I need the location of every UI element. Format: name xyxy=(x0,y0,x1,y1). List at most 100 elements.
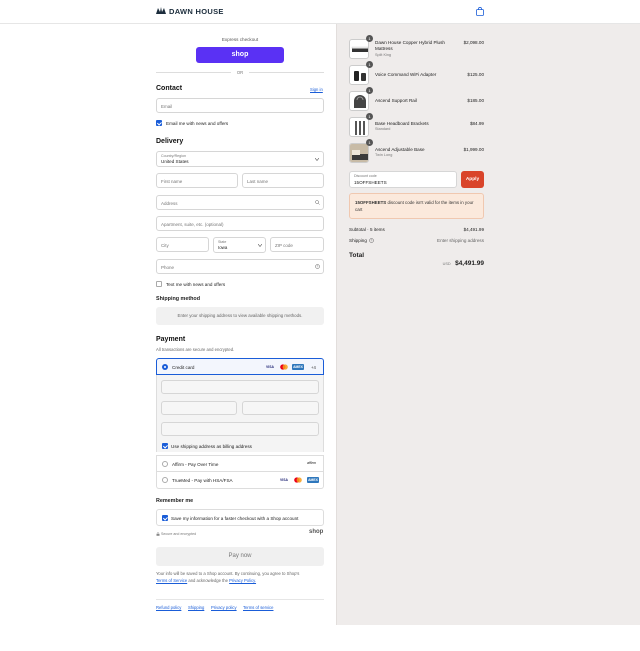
first-name-field[interactable]: First name xyxy=(156,173,238,188)
product-price: $84.99 xyxy=(469,121,484,126)
affirm-radio[interactable] xyxy=(162,461,168,467)
zip-field[interactable]: ZIP code xyxy=(270,237,324,252)
truemed-option[interactable]: TrueMed - Pay with HSA/FSA VISA AMEX xyxy=(156,472,324,489)
credit-card-option[interactable]: Credit card VISA AMEX +4 xyxy=(156,358,324,375)
mastercard-icon xyxy=(294,477,302,483)
or-divider-label: OR xyxy=(236,70,244,75)
warning-code: 15OFFSHEETS xyxy=(355,200,387,205)
info-icon[interactable]: ? xyxy=(369,238,374,243)
shipping-value: Enter shipping address xyxy=(437,238,484,243)
mastercard-icon xyxy=(280,364,288,370)
last-name-field[interactable]: Last name xyxy=(242,173,324,188)
search-icon xyxy=(315,200,320,205)
quantity-badge: 1 xyxy=(366,139,373,146)
shipping-method-notice: Enter your shipping address to view avai… xyxy=(156,307,324,325)
chevron-down-icon xyxy=(258,244,262,247)
amex-icon: AMEX xyxy=(292,364,304,370)
card-expiry-field[interactable] xyxy=(161,401,237,415)
product-variant: Twin Long xyxy=(375,153,393,157)
shopping-bag-icon[interactable] xyxy=(476,7,484,16)
product-variant: Standard xyxy=(375,127,391,131)
apartment-field[interactable]: Apartment, suite, etc. (optional) xyxy=(156,216,324,231)
payment-subtitle: All transactions are secure and encrypte… xyxy=(156,347,235,352)
text-news-label: Text me with news and offers xyxy=(166,282,226,287)
email-news-checkbox[interactable] xyxy=(156,120,162,126)
shipping-label: Shipping xyxy=(349,238,367,243)
card-name-field[interactable] xyxy=(161,422,319,436)
product-image-support-rail xyxy=(349,91,369,111)
chevron-down-icon xyxy=(315,158,319,161)
lock-icon xyxy=(156,532,160,536)
save-info-label: Save my information for a faster checkou… xyxy=(171,516,299,521)
pay-now-button[interactable]: Pay now xyxy=(156,547,324,566)
shipping-policy-link[interactable]: Shipping xyxy=(188,605,204,610)
quantity-badge: 1 xyxy=(366,113,373,120)
terms-of-service-footer-link[interactable]: Terms of service xyxy=(243,605,273,610)
order-summary-panel xyxy=(336,24,640,625)
product-image-mattress xyxy=(349,39,369,59)
quantity-badge: 1 xyxy=(366,61,373,68)
discount-code-field[interactable]: Discount code 15OFFSHEETS xyxy=(349,171,457,188)
save-info-checkbox[interactable] xyxy=(162,515,168,521)
express-checkout-label: Express checkout xyxy=(221,37,259,42)
email-field[interactable]: Email xyxy=(156,98,324,113)
card-number-field[interactable] xyxy=(161,380,319,394)
subtotal-label: Subtotal · 5 items xyxy=(349,227,385,232)
privacy-policy-link[interactable]: Privacy Policy. xyxy=(229,578,256,583)
product-image-brackets xyxy=(349,117,369,137)
sign-in-link[interactable]: Sign in xyxy=(310,87,323,92)
logo-mark-icon xyxy=(156,7,166,14)
privacy-policy-footer-link[interactable]: Privacy policy xyxy=(211,605,237,610)
city-field[interactable]: City xyxy=(156,237,209,252)
state-select[interactable]: State Iowa xyxy=(213,237,266,253)
refund-policy-link[interactable]: Refund policy xyxy=(156,605,181,610)
terms-of-service-link[interactable]: Terms of Service xyxy=(156,578,187,583)
credit-card-radio[interactable] xyxy=(162,364,168,370)
brand-name: DAWN HOUSE xyxy=(169,6,224,16)
quantity-badge: 1 xyxy=(366,35,373,42)
legal-text: Your info will be saved to a Shop accoun… xyxy=(156,571,300,583)
apply-button[interactable]: Apply xyxy=(461,171,484,188)
truemed-radio[interactable] xyxy=(162,477,168,483)
shop-logo: shop xyxy=(309,529,324,535)
shipping-method-heading: Shipping method xyxy=(156,296,201,302)
billing-address-label: Use shipping address as billing address xyxy=(171,444,252,449)
svg-text:?: ? xyxy=(371,239,373,243)
shop-pay-button[interactable]: shop xyxy=(196,47,284,63)
product-image-adapter xyxy=(349,65,369,85)
remember-me-box: Save my information for a faster checkou… xyxy=(156,509,324,526)
header: DAWN HOUSE xyxy=(0,0,640,24)
product-price: $2,098.00 xyxy=(463,40,484,45)
product-price: $1,999.00 xyxy=(463,147,484,152)
contact-heading: Contact xyxy=(156,85,183,92)
visa-icon: VISA xyxy=(280,478,288,482)
phone-field[interactable]: Phone ? xyxy=(156,259,324,274)
total-label: Total xyxy=(349,252,365,259)
secure-encrypted-label: Secure and encrypted xyxy=(161,532,197,536)
product-price: $125.00 xyxy=(467,72,484,77)
delivery-heading: Delivery xyxy=(156,138,184,145)
remember-me-heading: Remember me xyxy=(156,498,194,504)
divider xyxy=(249,72,324,73)
subtotal-value: $4,491.99 xyxy=(463,227,484,232)
discount-warning: 15OFFSHEETS discount code isn't valid fo… xyxy=(349,193,484,219)
payment-heading: Payment xyxy=(156,336,186,343)
affirm-logo: affirm xyxy=(307,461,316,465)
divider xyxy=(156,599,324,600)
text-news-checkbox[interactable] xyxy=(156,281,162,287)
brand-logo[interactable]: DAWN HOUSE xyxy=(156,6,224,16)
divider xyxy=(156,72,231,73)
billing-address-checkbox[interactable] xyxy=(162,443,168,449)
total-amount: USD $4,491.99 xyxy=(424,252,484,270)
quantity-badge: 1 xyxy=(366,87,373,94)
affirm-option[interactable]: Affirm - Pay Over Time affirm xyxy=(156,455,324,472)
help-icon[interactable]: ? xyxy=(315,264,320,269)
currency-code: USD xyxy=(442,262,451,266)
email-news-label: Email me with news and offers xyxy=(166,121,229,126)
svg-text:?: ? xyxy=(317,265,319,269)
product-variant: Split King xyxy=(375,53,392,57)
address-field[interactable]: Address xyxy=(156,195,324,210)
country-select[interactable]: Country/Region United States xyxy=(156,151,324,167)
card-security-code-field[interactable] xyxy=(242,401,319,415)
visa-icon: VISA xyxy=(266,365,274,369)
